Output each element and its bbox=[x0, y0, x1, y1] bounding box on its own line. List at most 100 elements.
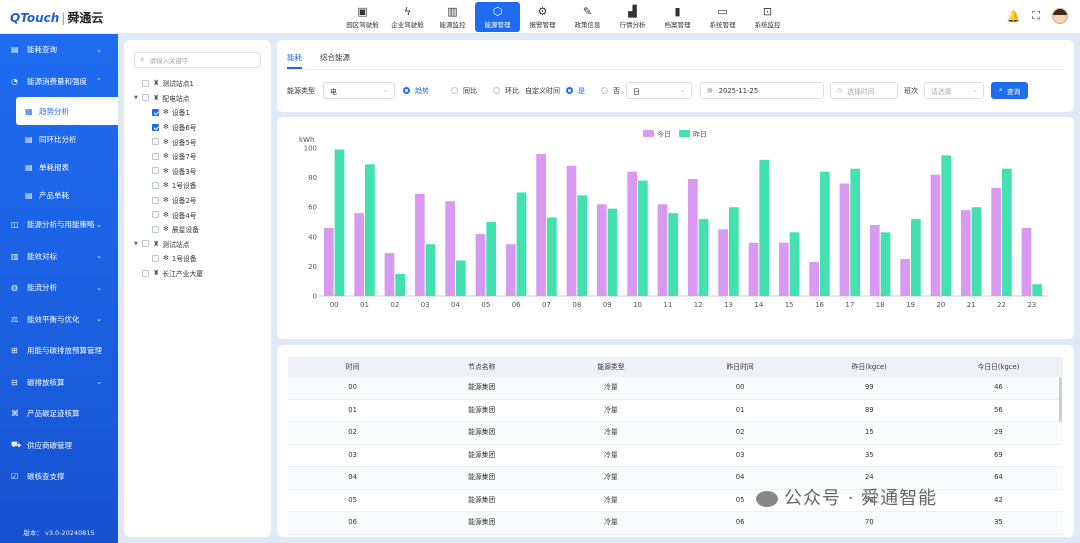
sidebar-subitem-3[interactable]: ▤ 产品单耗 bbox=[0, 181, 118, 209]
bar-today-10[interactable] bbox=[627, 171, 637, 296]
tree-checkbox[interactable] bbox=[152, 138, 159, 146]
bar-yesterday-22[interactable] bbox=[1002, 168, 1012, 296]
tree-checkbox[interactable] bbox=[142, 269, 149, 277]
tree-checkbox[interactable] bbox=[152, 254, 159, 262]
bar-today-00[interactable] bbox=[323, 227, 334, 296]
tree-checkbox[interactable] bbox=[152, 152, 159, 160]
tree-node[interactable]: ✻ 设备7号 bbox=[134, 149, 261, 164]
tree-checkbox[interactable] bbox=[142, 79, 149, 87]
topnav-item-8[interactable]: ▭ 系统管理 bbox=[700, 2, 745, 32]
topnav-item-5[interactable]: ✎ 政策信息 bbox=[565, 2, 610, 32]
tree-node[interactable]: ✻ 1号设备 bbox=[134, 178, 261, 193]
avatar[interactable] bbox=[1052, 8, 1068, 24]
sidebar-item-8[interactable]: ⌘ 产品碳足迹核算 bbox=[0, 398, 118, 430]
bar-today-02[interactable] bbox=[384, 253, 395, 296]
bar-today-15[interactable] bbox=[778, 242, 789, 296]
bar-today-23[interactable] bbox=[1021, 227, 1032, 296]
fullscreen-icon[interactable]: ⛶ bbox=[1032, 9, 1040, 23]
bar-yesterday-20[interactable] bbox=[941, 155, 952, 296]
column-header[interactable]: 昨日(kgce) bbox=[805, 357, 934, 377]
shift-select[interactable]: 请选择 ⌄ bbox=[924, 82, 984, 99]
bar-yesterday-02[interactable] bbox=[395, 273, 406, 296]
bar-today-19[interactable] bbox=[900, 259, 910, 296]
topnav-item-1[interactable]: ϟ 企业驾驶舱 bbox=[385, 2, 430, 32]
bar-today-03[interactable] bbox=[414, 193, 425, 296]
tree-node[interactable]: ✻ 设备5号 bbox=[134, 134, 261, 149]
caret-icon[interactable]: ▼ bbox=[134, 95, 142, 101]
bar-today-04[interactable] bbox=[445, 201, 455, 296]
column-header[interactable]: 今日日(kgce) bbox=[934, 357, 1063, 377]
bar-today-14[interactable] bbox=[748, 242, 759, 296]
tree-checkbox[interactable] bbox=[152, 108, 159, 116]
column-header[interactable]: 能源类型 bbox=[546, 357, 675, 377]
sidebar-subitem-2[interactable]: ▤ 单耗报表 bbox=[0, 153, 118, 181]
tree-node[interactable]: ✻ 1号设备 bbox=[134, 251, 261, 266]
bar-yesterday-06[interactable] bbox=[516, 192, 527, 296]
sidebar-item-0[interactable]: ▤ 能耗查询 ⌄ bbox=[0, 34, 118, 66]
topnav-item-4[interactable]: ⚙ 报警管理 bbox=[520, 2, 565, 32]
bar-today-20[interactable] bbox=[930, 174, 941, 296]
tree-checkbox[interactable] bbox=[152, 123, 159, 131]
bar-yesterday-09[interactable] bbox=[607, 208, 618, 296]
tree-checkbox[interactable] bbox=[152, 211, 159, 219]
bar-today-21[interactable] bbox=[960, 210, 971, 296]
bar-yesterday-07[interactable] bbox=[547, 217, 557, 296]
bar-yesterday-17[interactable] bbox=[850, 168, 861, 296]
bar-yesterday-16[interactable] bbox=[820, 171, 830, 296]
tab-comprehensive-energy[interactable]: 综合能源 bbox=[320, 52, 350, 69]
time-picker[interactable]: ◷ 选择时间 bbox=[830, 82, 898, 99]
table-row[interactable]: 03 能源集团 冷量 03 35 69 bbox=[288, 445, 1063, 467]
tree-node[interactable]: ✻ 设备4号 bbox=[134, 207, 261, 222]
caret-icon[interactable]: ▼ bbox=[134, 241, 142, 247]
column-header[interactable]: 时间 bbox=[288, 357, 417, 377]
sidebar-item-4[interactable]: ◍ 能流分析 ⌄ bbox=[0, 272, 118, 304]
bar-today-16[interactable] bbox=[809, 261, 819, 296]
topnav-item-2[interactable]: ▥ 能源监控 bbox=[430, 2, 475, 32]
bar-today-18[interactable] bbox=[869, 224, 880, 296]
topnav-item-3[interactable]: ⬡ 能源管理 bbox=[475, 2, 520, 32]
bar-yesterday-19[interactable] bbox=[911, 219, 921, 296]
notification-bell-icon[interactable]: 🔔 bbox=[1007, 10, 1021, 23]
radio-custom-no[interactable]: 否 bbox=[601, 86, 620, 96]
tree-node[interactable]: ♜ 长江产业大厦 bbox=[134, 266, 261, 281]
bar-yesterday-11[interactable] bbox=[668, 213, 679, 296]
bar-today-06[interactable] bbox=[505, 244, 516, 296]
tree-checkbox[interactable] bbox=[142, 240, 149, 248]
period-select[interactable]: 日 ⌄ bbox=[626, 82, 692, 99]
bar-today-08[interactable] bbox=[566, 165, 577, 296]
bar-today-05[interactable] bbox=[475, 233, 486, 296]
bar-yesterday-15[interactable] bbox=[789, 232, 800, 296]
sidebar-subitem-1[interactable]: ▤ 同环比分析 bbox=[0, 125, 118, 153]
tree-node[interactable]: ▼ ♜ 测试站点 bbox=[134, 237, 261, 252]
bar-yesterday-01[interactable] bbox=[365, 164, 375, 296]
tree-search-input[interactable]: ⌕ 请输入关键字 bbox=[134, 52, 261, 68]
table-row[interactable]: 06 能源集团 冷量 06 70 35 bbox=[288, 512, 1063, 535]
bar-today-07[interactable] bbox=[536, 153, 546, 296]
legend-swatch[interactable] bbox=[679, 130, 690, 137]
table-row[interactable]: 02 能源集团 冷量 02 15 29 bbox=[288, 422, 1063, 445]
legend-swatch[interactable] bbox=[643, 130, 654, 137]
legend-label[interactable]: 今日 bbox=[657, 130, 671, 139]
sidebar-item-3[interactable]: ▥ 能效对标 ⌄ bbox=[0, 241, 118, 273]
bar-yesterday-12[interactable] bbox=[698, 219, 709, 296]
table-scrollbar[interactable] bbox=[1059, 377, 1062, 422]
tree-node[interactable]: ✻ 设备2号 bbox=[134, 193, 261, 208]
topnav-item-0[interactable]: ▣ 园区驾驶舱 bbox=[340, 2, 385, 32]
bar-today-12[interactable] bbox=[687, 179, 698, 296]
tree-checkbox[interactable] bbox=[152, 225, 159, 233]
radio-trend[interactable]: 趋势 bbox=[403, 86, 429, 96]
app-logo[interactable]: QTouch | 舜通云 bbox=[10, 9, 103, 26]
sidebar-subitem-0[interactable]: ▦ 趋势分析 bbox=[16, 97, 118, 125]
bar-today-17[interactable] bbox=[839, 183, 850, 296]
bar-yesterday-08[interactable] bbox=[577, 195, 588, 296]
sidebar-item-2[interactable]: ◫ 能源分析与用能策略 ⌄ bbox=[0, 209, 118, 241]
tree-node[interactable]: ✻ 晨星设备 bbox=[134, 222, 261, 237]
bar-today-01[interactable] bbox=[354, 213, 364, 296]
bar-yesterday-18[interactable] bbox=[880, 232, 891, 296]
sidebar-item-5[interactable]: ⚖ 能效平衡与优化 ⌄ bbox=[0, 304, 118, 336]
column-header[interactable]: 节点名称 bbox=[417, 357, 546, 377]
topnav-item-9[interactable]: ⊡ 系统监控 bbox=[745, 2, 790, 32]
topnav-item-6[interactable]: ▟ 行情分析 bbox=[610, 2, 655, 32]
table-row[interactable]: 01 能源集团 冷量 01 89 56 bbox=[288, 400, 1063, 422]
bar-today-09[interactable] bbox=[596, 204, 607, 296]
